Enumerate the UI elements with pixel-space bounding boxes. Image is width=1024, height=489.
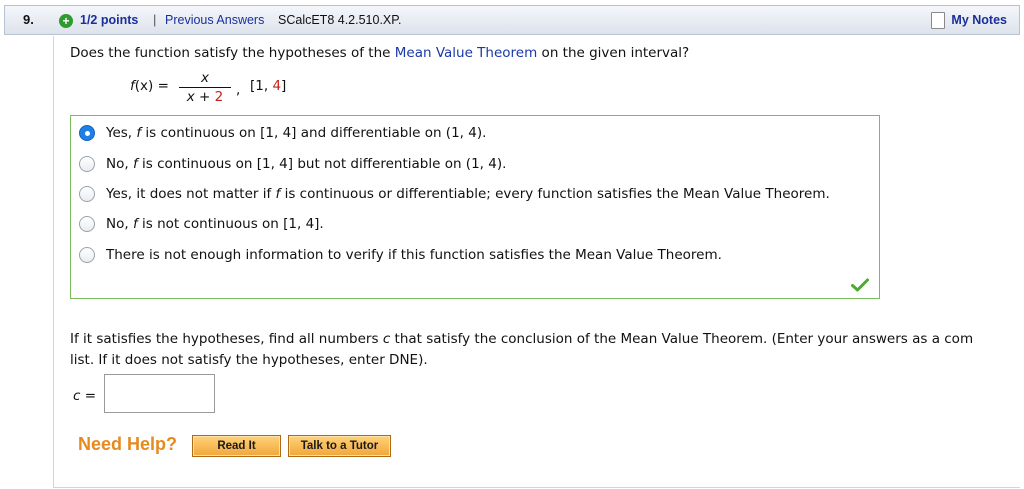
formula-comma: ,: [236, 82, 241, 98]
c-answer-input[interactable]: [104, 374, 215, 413]
question-header: 9. + 1/2 points | Previous Answers SCalc…: [4, 5, 1020, 35]
choice-2-text: No, f is continuous on [1, 4] but not di…: [106, 156, 506, 172]
mean-value-theorem-link[interactable]: Mean Value Theorem: [395, 45, 538, 61]
notes-icon: [931, 11, 946, 29]
choice-3-post: is continuous or differentiable; every f…: [280, 186, 830, 202]
function-lhs-rest: (x) =: [134, 78, 169, 94]
interval-end: 4: [272, 78, 282, 94]
question-prefix: Does the function satisfy the hypotheses…: [70, 45, 395, 61]
part-two-line-1: If it satisfies the hypotheses, find all…: [70, 329, 1024, 350]
fraction-numerator: x: [201, 70, 209, 86]
choice-1-post: is continuous on [1, 4] and differentiab…: [141, 125, 487, 141]
question-suffix: on the given interval?: [537, 45, 690, 61]
function-lhs: f(x) =: [130, 78, 169, 94]
read-it-button[interactable]: Read It: [192, 435, 281, 457]
choice-5-text: There is not enough information to verif…: [106, 247, 722, 263]
part-two-instructions: If it satisfies the hypotheses, find all…: [70, 329, 1024, 371]
question-content: Does the function satisfy the hypotheses…: [53, 36, 1020, 488]
choice-2-pre: No,: [106, 156, 133, 172]
radio-unselected[interactable]: [79, 216, 95, 232]
previous-answers-link[interactable]: Previous Answers: [165, 13, 264, 27]
correct-check-icon: [851, 278, 869, 292]
choice-4-post: is not continuous on [1, 4].: [137, 216, 324, 232]
question-number: 9.: [23, 12, 34, 27]
question-text: Does the function satisfy the hypotheses…: [70, 45, 689, 61]
header-separator: |: [153, 12, 157, 27]
function-fraction: x x + 2: [176, 70, 234, 105]
part-two-pre: If it satisfies the hypotheses, find all…: [70, 331, 383, 347]
choice-3[interactable]: Yes, it does not matter if f is continuo…: [79, 186, 830, 202]
problem-code: SCalcET8 4.2.510.XP.: [278, 13, 402, 27]
denominator-plus: +: [194, 89, 215, 105]
choice-1-pre: Yes,: [106, 125, 137, 141]
denominator-var: x: [186, 89, 195, 105]
radio-unselected[interactable]: [79, 156, 95, 172]
plus-icon[interactable]: +: [59, 14, 73, 28]
interval-close: ]: [281, 78, 287, 94]
radio-unselected[interactable]: [79, 247, 95, 263]
choice-4[interactable]: No, f is not continuous on [1, 4].: [79, 216, 324, 232]
interval: [1, 4]: [250, 78, 286, 94]
choice-1-text: Yes, f is continuous on [1, 4] and diffe…: [106, 125, 486, 141]
radio-selected[interactable]: [79, 125, 95, 141]
talk-to-tutor-button[interactable]: Talk to a Tutor: [288, 435, 391, 457]
my-notes-label: My Notes: [951, 13, 1007, 27]
choice-4-text: No, f is not continuous on [1, 4].: [106, 216, 324, 232]
fraction-denominator: x + 2: [176, 88, 234, 105]
part-two-line-2: list. If it does not satisfy the hypothe…: [70, 352, 428, 368]
part-two-post: that satisfy the conclusion of the Mean …: [390, 331, 974, 347]
points-label: 1/2 points: [80, 13, 139, 27]
c-label: c =: [73, 388, 96, 404]
choice-2[interactable]: No, f is continuous on [1, 4] but not di…: [79, 156, 506, 172]
need-help-label: Need Help?: [78, 434, 178, 454]
my-notes-button[interactable]: My Notes: [931, 10, 1007, 30]
radio-unselected[interactable]: [79, 186, 95, 202]
answer-choices-box: Yes, f is continuous on [1, 4] and diffe…: [70, 115, 880, 299]
choice-2-post: is continuous on [1, 4] but not differen…: [137, 156, 507, 172]
interval-open: [1,: [250, 78, 273, 94]
denominator-const: 2: [214, 89, 224, 105]
choice-4-pre: No,: [106, 216, 133, 232]
choice-3-text: Yes, it does not matter if f is continuo…: [106, 186, 830, 202]
choice-1[interactable]: Yes, f is continuous on [1, 4] and diffe…: [79, 125, 486, 141]
choice-3-pre: Yes, it does not matter if: [106, 186, 276, 202]
c-label-eq: =: [80, 388, 97, 404]
choice-5[interactable]: There is not enough information to verif…: [79, 247, 722, 263]
